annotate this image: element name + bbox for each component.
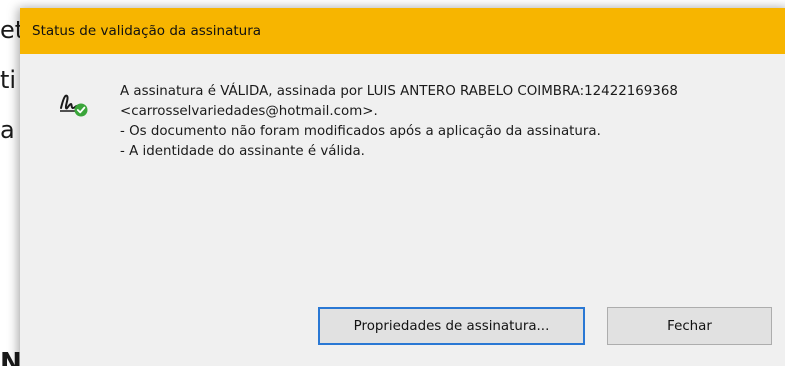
background-document-text: a xyxy=(0,116,15,144)
background-document-text: N xyxy=(0,348,22,366)
message-line: - Os documento não foram modificados apó… xyxy=(120,124,601,139)
close-button[interactable]: Fechar xyxy=(607,307,772,345)
signature-properties-button[interactable]: Propriedades de assinatura... xyxy=(318,307,585,345)
message-line: A assinatura é VÁLIDA, assinada por LUIS… xyxy=(120,84,678,99)
validation-message: A assinatura é VÁLIDA, assinada por LUIS… xyxy=(120,82,678,162)
dialog-title: Status de validação da assinatura xyxy=(32,23,262,39)
signature-validation-dialog: Status de validação da assinatura A assi… xyxy=(20,8,785,366)
dialog-content: A assinatura é VÁLIDA, assinada por LUIS… xyxy=(20,54,785,366)
message-line: <carrosselvariedades@hotmail.com>. xyxy=(120,104,378,119)
background-document-text: ti xyxy=(0,66,17,94)
dialog-title-bar[interactable]: Status de validação da assinatura xyxy=(20,8,785,54)
screen: et ti a N Status de validação da assinat… xyxy=(0,0,785,366)
signature-valid-icon xyxy=(57,86,93,118)
message-line: - A identidade do assinante é válida. xyxy=(120,144,365,159)
